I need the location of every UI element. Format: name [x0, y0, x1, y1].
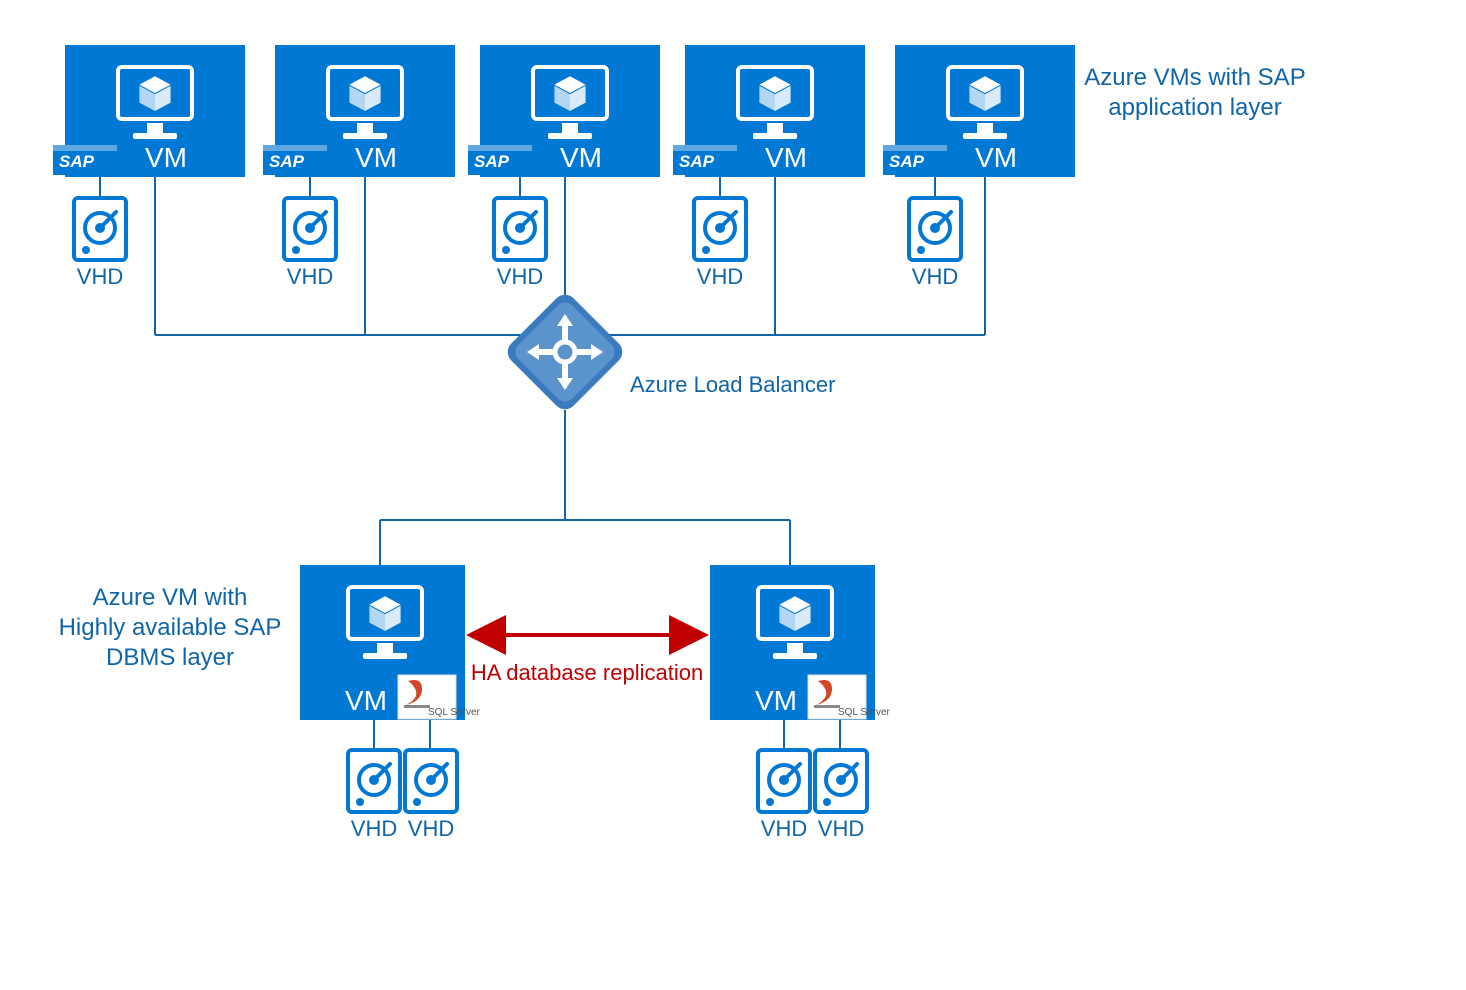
vhd-label: VHD [818, 816, 864, 841]
vhd-label: VHD [351, 816, 397, 841]
dbms-label-3: DBMS layer [106, 644, 234, 671]
app-vm-2: VM SAP [263, 45, 455, 177]
vm-label: VM [560, 142, 602, 173]
disk-icon [284, 198, 336, 260]
vm-label: VM [355, 142, 397, 173]
vm-label: VM [145, 142, 187, 173]
db-vm-2: VM SQL Server [710, 565, 891, 720]
app-vhd-4: VHD [694, 198, 746, 289]
load-balancer-label: Azure Load Balancer [630, 372, 835, 397]
svg-text:SQL Server: SQL Server [428, 707, 481, 718]
dbms-label-2: Highly available SAP [59, 614, 282, 641]
disk-icon [494, 198, 546, 260]
db-vhd-1b: VHD [405, 750, 457, 841]
db-vhd-2a: VHD [758, 750, 810, 841]
vm-label: VM [755, 685, 797, 716]
svg-text:SAP: SAP [679, 152, 715, 171]
app-vhd-row: VHD VHD VHD VHD VHD [74, 198, 961, 289]
app-vhd-2: VHD [284, 198, 336, 289]
app-vm-row: VM SAP VM SAP VM SAP VM SAP VM [53, 45, 1075, 177]
app-vm-3: VM SAP [468, 45, 660, 177]
sql-server-badge: SQL Server [808, 675, 891, 719]
db-vm-1: VM SQL Server [300, 565, 481, 720]
disk-icon [909, 198, 961, 260]
db-vhd-2b: VHD [815, 750, 867, 841]
app-vm-1: VM SAP [53, 45, 245, 177]
svg-text:SAP: SAP [889, 152, 925, 171]
load-balancer-icon [503, 290, 627, 414]
vhd-label: VHD [408, 816, 454, 841]
svg-text:SQL Server: SQL Server [838, 707, 891, 718]
disk-icon [405, 750, 457, 812]
app-vm-5: VM SAP [883, 45, 1075, 177]
db-vm-row: VM SQL Server VM SQL Server [300, 565, 891, 720]
db-vhd-1a: VHD [348, 750, 400, 841]
vhd-label: VHD [912, 264, 958, 289]
app-vm-4: VM SAP [673, 45, 865, 177]
app-vhd-5: VHD [909, 198, 961, 289]
vhd-label: VHD [761, 816, 807, 841]
sql-server-badge: SQL Server [398, 675, 481, 719]
vhd-label: VHD [77, 264, 123, 289]
vm-label: VM [345, 685, 387, 716]
vm-label: VM [975, 142, 1017, 173]
vhd-label: VHD [287, 264, 333, 289]
dbms-label-1: Azure VM with [93, 584, 248, 611]
db-vhd-row: VHD VHD VHD VHD [348, 750, 867, 841]
svg-text:SAP: SAP [474, 152, 510, 171]
app-layer-label-2: application layer [1108, 94, 1281, 121]
disk-icon [694, 198, 746, 260]
svg-text:SAP: SAP [59, 152, 95, 171]
vm-label: VM [765, 142, 807, 173]
replication-label: HA database replication [471, 660, 703, 685]
app-vhd-3: VHD [494, 198, 546, 289]
app-vhd-1: VHD [74, 198, 126, 289]
vhd-label: VHD [497, 264, 543, 289]
app-layer-label-1: Azure VMs with SAP [1084, 64, 1305, 91]
vhd-label: VHD [697, 264, 743, 289]
disk-icon [815, 750, 867, 812]
svg-text:SAP: SAP [269, 152, 305, 171]
disk-icon [74, 198, 126, 260]
disk-icon [348, 750, 400, 812]
disk-icon [758, 750, 810, 812]
